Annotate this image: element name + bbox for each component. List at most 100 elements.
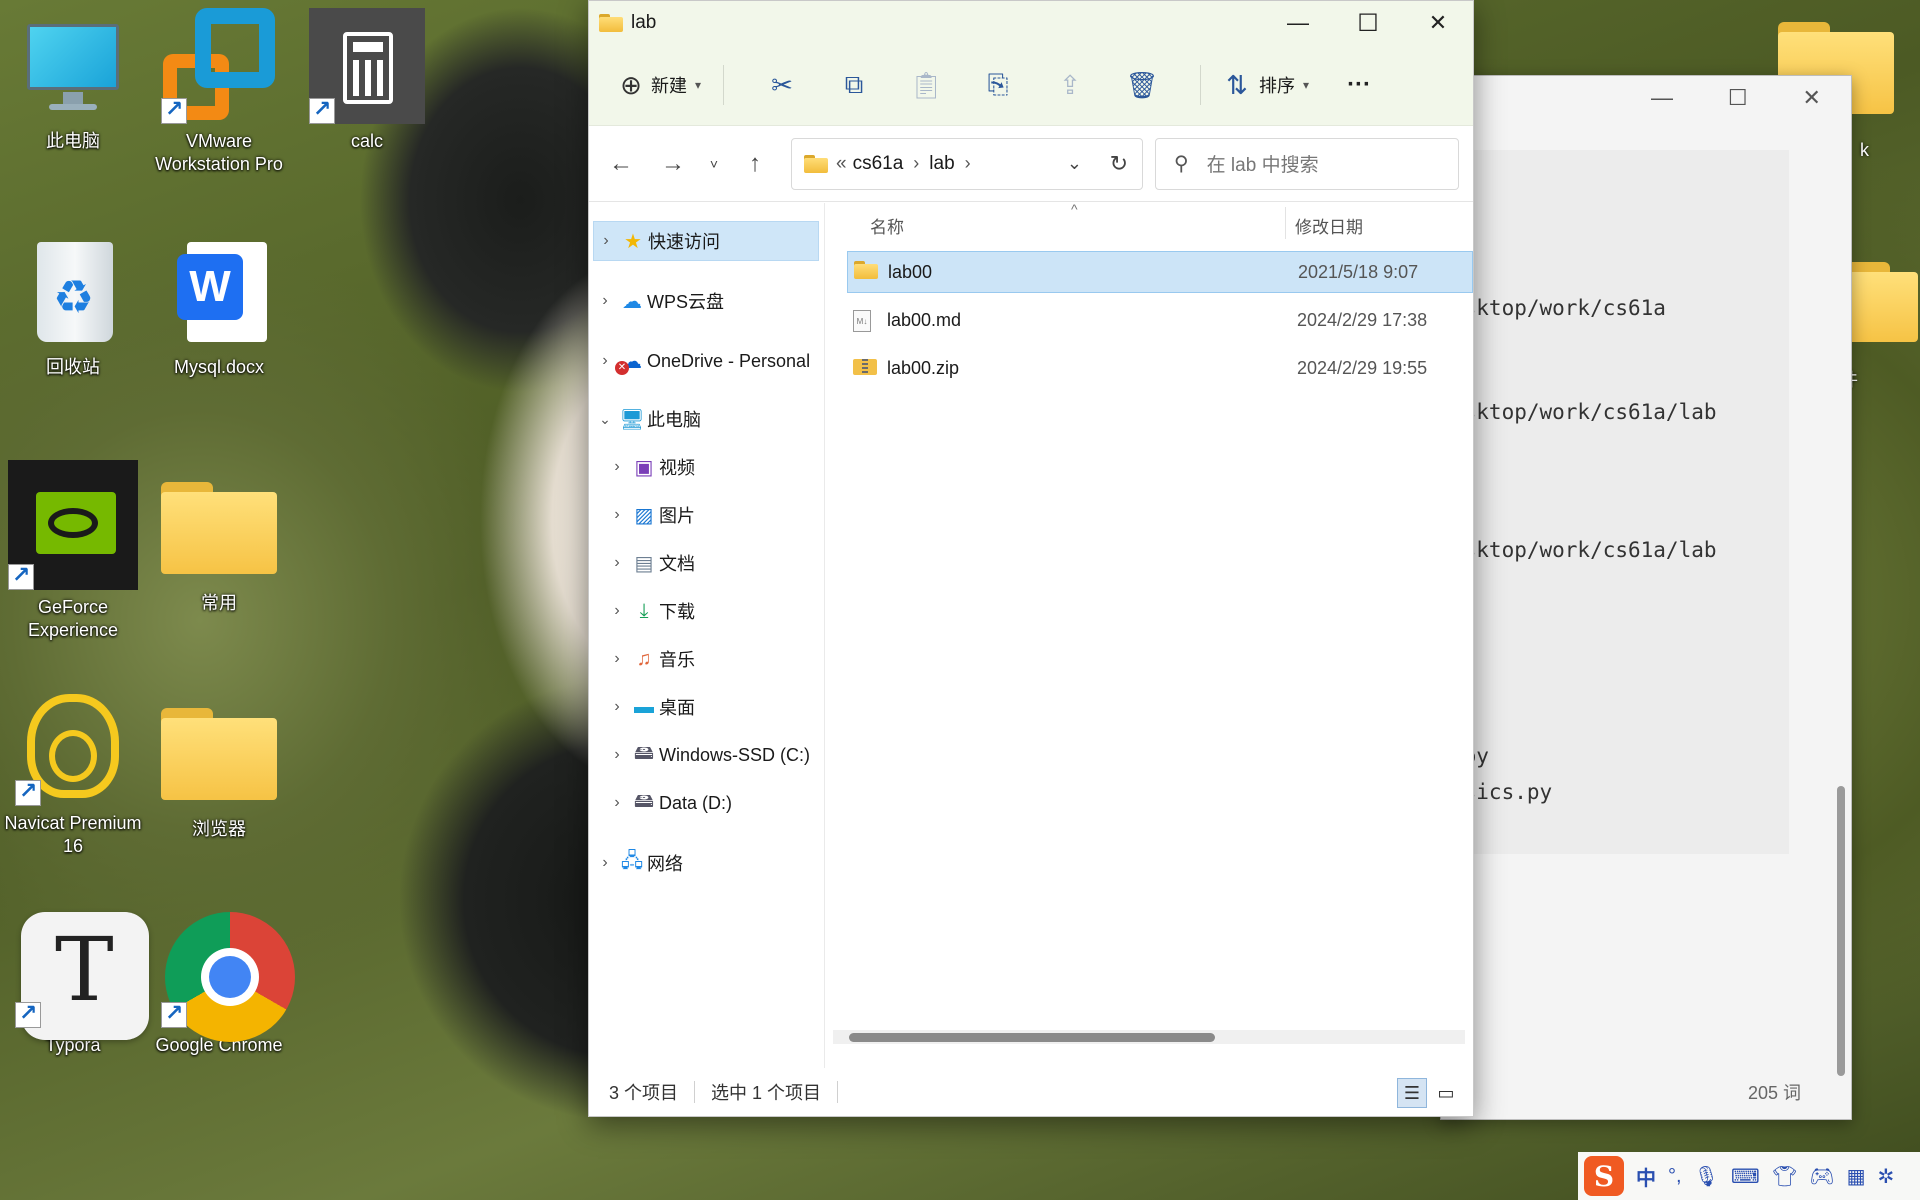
chevron-right-icon[interactable]: › bbox=[593, 854, 617, 872]
column-name[interactable]: 名称 bbox=[870, 213, 904, 238]
ime-mode[interactable]: 中 bbox=[1636, 1162, 1656, 1191]
paste-icon[interactable]: 📋︎ bbox=[890, 70, 962, 101]
tiles-view-icon[interactable]: ▭ bbox=[1431, 1078, 1461, 1108]
chevron-right-icon[interactable]: › bbox=[605, 602, 629, 620]
close-icon[interactable]: ✕ bbox=[1803, 85, 1821, 111]
file-row[interactable]: lab00.zip 2024/2/29 19:55 bbox=[847, 347, 1473, 389]
maximize-icon[interactable]: ☐ bbox=[1728, 85, 1748, 111]
desktop-icon-typora[interactable]: T Typora bbox=[4, 912, 149, 1057]
zip-folder-icon bbox=[853, 357, 877, 375]
sidebar-item-windows-ssd[interactable]: › 🖴︎ Windows-SSD (C:) bbox=[605, 735, 824, 775]
search-box[interactable]: ⚲ 在 lab 中搜索 bbox=[1155, 137, 1459, 190]
grid-icon[interactable]: ▦ bbox=[1847, 1164, 1866, 1189]
breadcrumb-cs61a[interactable]: cs61a bbox=[853, 153, 904, 175]
recycle-bin-icon: ♻ bbox=[15, 234, 131, 350]
sidebar-item-quick-access[interactable]: › ★ 快速访问 bbox=[593, 221, 819, 261]
chevron-right-icon[interactable]: › bbox=[913, 153, 919, 174]
chevron-right-icon[interactable]: › bbox=[605, 554, 629, 572]
chevron-right-icon[interactable]: › bbox=[605, 650, 629, 668]
sidebar-item-this-pc[interactable]: ⌄ 🖥︎ 此电脑 bbox=[593, 399, 819, 439]
chevron-right-icon[interactable]: › bbox=[593, 352, 617, 370]
desktop-icon-label: 此电脑 bbox=[46, 131, 100, 151]
cut-icon[interactable]: ✂ bbox=[746, 70, 818, 101]
desktop-icon-vmware[interactable]: VMware Workstation Pro bbox=[150, 8, 288, 176]
desktop-icon-navicat[interactable]: Navicat Premium 16 bbox=[4, 690, 142, 858]
chevron-down-icon[interactable]: ⌄ bbox=[593, 411, 617, 428]
refresh-icon[interactable]: ↻ bbox=[1110, 151, 1128, 177]
sidebar-item-network[interactable]: › 🖧︎ 网络 bbox=[593, 843, 819, 883]
chevron-right-icon[interactable]: › bbox=[965, 153, 971, 174]
back-icon[interactable]: ← bbox=[595, 150, 647, 178]
sidebar-item-pictures[interactable]: › ▨ 图片 bbox=[605, 495, 824, 535]
desktop-folder-browser[interactable]: 浏览器 bbox=[150, 696, 288, 841]
vertical-scrollbar[interactable] bbox=[1837, 786, 1845, 1076]
file-row[interactable]: lab00 2021/5/18 9:07 bbox=[847, 251, 1473, 293]
file-explorer-window[interactable]: lab — ☐ ✕ ⊕ 新建 ▾ ✂ ⧉ 📋︎ ⎘ ⇪ 🗑︎ ⇅ 排序 ▾ ··… bbox=[588, 0, 1474, 1117]
close-button[interactable]: ✕ bbox=[1403, 1, 1473, 45]
code-area[interactable]: esktop/work/cs61a esktop/work/cs61a/lab … bbox=[1441, 150, 1789, 854]
column-modified[interactable]: 修改日期 bbox=[1295, 213, 1363, 238]
sidebar-item-desktop[interactable]: › ▬ 桌面 bbox=[605, 687, 824, 727]
desktop-icon-recycle-bin[interactable]: ♻ 回收站 bbox=[4, 234, 142, 379]
address-dropdown-icon[interactable]: ⌄ bbox=[1067, 153, 1082, 174]
new-button[interactable]: ⊕ 新建 ▾ bbox=[617, 61, 701, 109]
share-icon[interactable]: ⇪ bbox=[1034, 70, 1106, 101]
sidebar-item-label: OneDrive - Personal bbox=[647, 350, 811, 371]
keyboard-icon[interactable]: ⌨ bbox=[1731, 1164, 1760, 1189]
file-row[interactable]: M↓ lab00.md 2024/2/29 17:38 bbox=[847, 299, 1473, 341]
sidebar-item-documents[interactable]: › ▤ 文档 bbox=[605, 543, 824, 583]
up-icon[interactable]: ↑ bbox=[729, 150, 781, 178]
chevron-right-icon[interactable]: › bbox=[605, 698, 629, 716]
sidebar-item-music[interactable]: › ♫ 音乐 bbox=[605, 639, 824, 679]
sort-button[interactable]: ⇅ 排序 ▾ bbox=[1223, 61, 1309, 109]
address-bar[interactable]: « cs61a › lab › ⌄ ↻ bbox=[791, 137, 1143, 190]
word-count: 205 词 bbox=[1747, 1083, 1801, 1103]
desktop-icon-calc[interactable]: calc bbox=[298, 8, 436, 153]
chevron-right-icon[interactable]: › bbox=[594, 232, 618, 250]
sogou-logo-icon[interactable]: S bbox=[1584, 1156, 1624, 1196]
minimize-icon: — bbox=[1287, 10, 1309, 35]
desktop-icon-mysql-docx[interactable]: W Mysql.docx bbox=[150, 234, 288, 379]
background-editor-window[interactable]: — ☐ ✕ esktop/work/cs61a esktop/work/cs61… bbox=[1440, 75, 1852, 1120]
overflow-breadcrumb[interactable]: « bbox=[836, 153, 847, 175]
scrollbar-thumb[interactable] bbox=[849, 1033, 1215, 1042]
minimize-button[interactable]: — bbox=[1263, 1, 1333, 45]
shirt-icon[interactable]: 👕︎ bbox=[1772, 1164, 1797, 1189]
sidebar-item-wps[interactable]: › ☁ WPS云盘 bbox=[593, 281, 819, 321]
settings-icon[interactable]: ✲ bbox=[1878, 1164, 1895, 1189]
sidebar-item-data-d[interactable]: › 🖴︎ Data (D:) bbox=[605, 783, 824, 823]
desktop-icon-this-pc[interactable]: 此电脑 bbox=[4, 8, 142, 153]
search-icon: ⚲ bbox=[1174, 153, 1189, 175]
chevron-right-icon[interactable]: › bbox=[605, 458, 629, 476]
title-bar[interactable]: lab — ☐ ✕ bbox=[589, 1, 1473, 45]
desktop-icon-geforce[interactable]: GeForce Experience bbox=[4, 460, 142, 642]
more-icon[interactable]: ··· bbox=[1323, 71, 1395, 99]
chevron-right-icon[interactable]: › bbox=[593, 292, 617, 310]
recent-locations-icon[interactable]: ˅ bbox=[699, 156, 729, 172]
desktop-icon-label: 常用 bbox=[201, 593, 237, 613]
game-icon[interactable]: 🎮︎ bbox=[1809, 1164, 1834, 1189]
chevron-right-icon[interactable]: › bbox=[605, 506, 629, 524]
maximize-button[interactable]: ☐ bbox=[1333, 1, 1403, 45]
file-name: lab00.md bbox=[887, 309, 962, 330]
ime-punctuation[interactable]: °, bbox=[1668, 1165, 1682, 1188]
horizontal-scrollbar[interactable] bbox=[833, 1030, 1465, 1044]
delete-icon[interactable]: 🗑︎ bbox=[1106, 70, 1178, 101]
sort-button-label: 排序 bbox=[1259, 76, 1296, 96]
rename-icon[interactable]: ⎘ bbox=[962, 69, 1034, 101]
sidebar-item-videos[interactable]: › ▣ 视频 bbox=[605, 447, 824, 487]
chevron-right-icon[interactable]: › bbox=[605, 746, 629, 764]
desktop-icon-label: k bbox=[1860, 140, 1869, 160]
copy-icon[interactable]: ⧉ bbox=[818, 69, 890, 101]
chevron-right-icon[interactable]: › bbox=[605, 794, 629, 812]
desktop-icon-chrome[interactable]: Google Chrome bbox=[150, 912, 295, 1057]
desktop-folder-changyong[interactable]: 常用 bbox=[150, 470, 288, 615]
microphone-icon[interactable]: 🎙︎ bbox=[1694, 1164, 1719, 1189]
sidebar-item-downloads[interactable]: › ⤓ 下载 bbox=[605, 591, 824, 631]
forward-icon[interactable]: → bbox=[647, 150, 699, 178]
minimize-icon[interactable]: — bbox=[1651, 85, 1673, 111]
selection-count: 选中 1 个项目 bbox=[711, 1083, 822, 1103]
sidebar-item-onedrive[interactable]: › ☁ ✕ OneDrive - Personal bbox=[593, 341, 819, 381]
breadcrumb-lab[interactable]: lab bbox=[929, 153, 954, 175]
details-view-icon[interactable]: ☰ bbox=[1397, 1078, 1427, 1108]
